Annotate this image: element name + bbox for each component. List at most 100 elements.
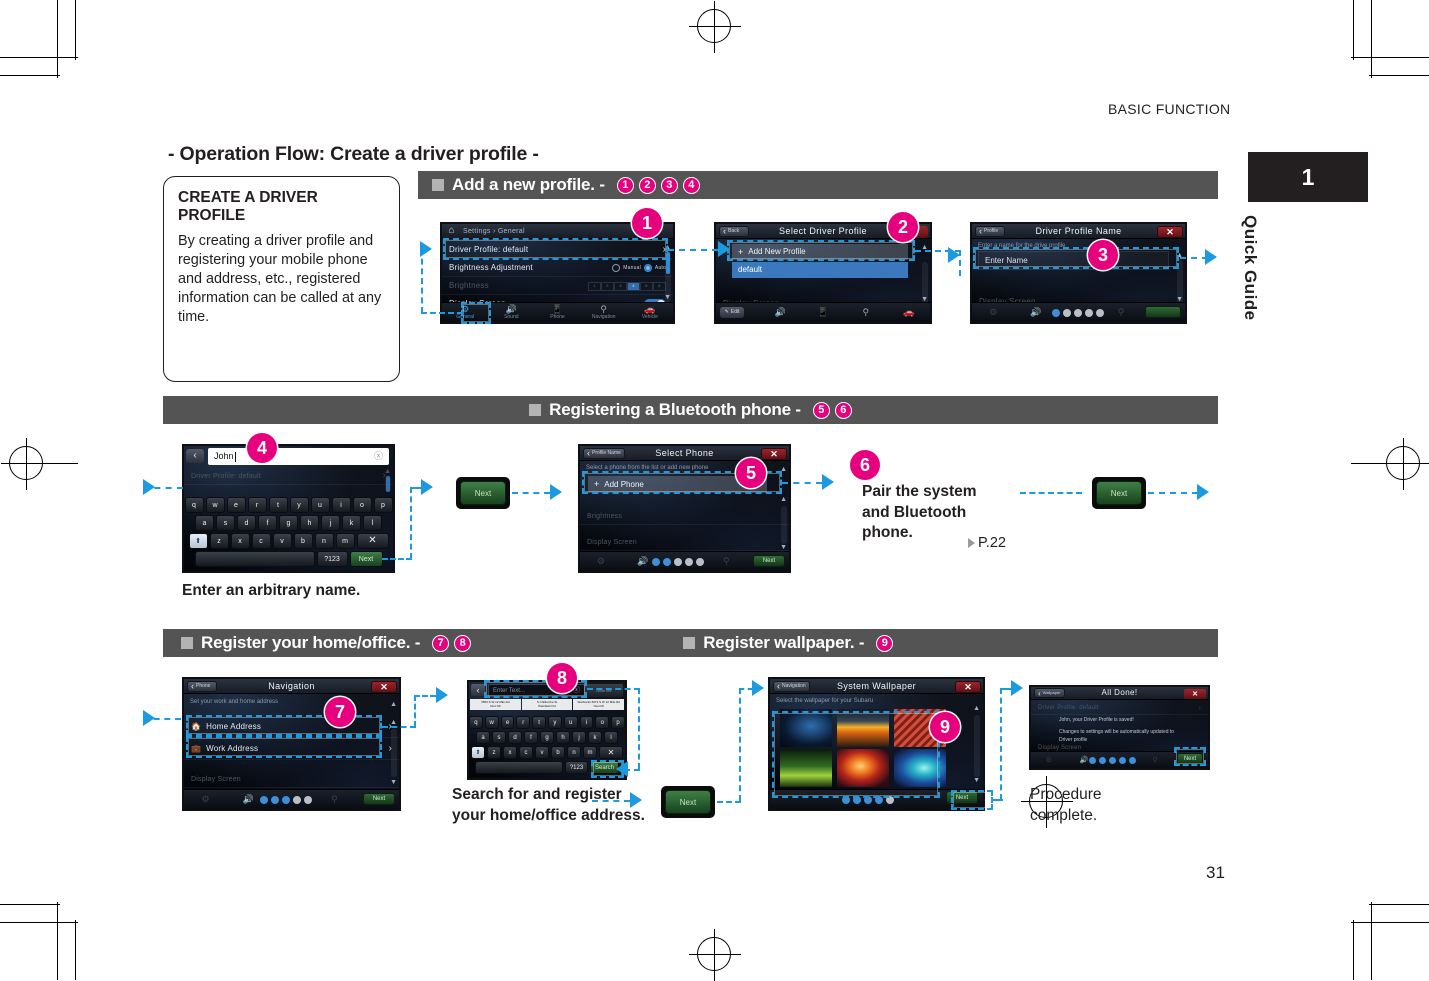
key-l[interactable]: l [363, 515, 382, 531]
key-e[interactable]: e [500, 716, 515, 729]
back-button[interactable]: ‹ Back [719, 225, 749, 237]
key-o[interactable]: o [352, 497, 372, 513]
key-a[interactable]: a [195, 515, 214, 531]
key-u[interactable]: u [310, 497, 330, 513]
key-t[interactable]: t [268, 497, 288, 513]
close-icon[interactable]: ✕ [1157, 226, 1183, 238]
key-y[interactable]: y [548, 716, 562, 729]
key-d[interactable]: d [237, 515, 256, 531]
back-button[interactable]: ‹ [471, 684, 485, 696]
key-p[interactable]: p [373, 497, 393, 513]
close-icon[interactable]: ✕ [761, 448, 787, 460]
key-g[interactable]: g [279, 515, 298, 531]
close-icon[interactable]: ✕ [1184, 689, 1206, 699]
name-input[interactable]: John ⓧ [208, 448, 389, 465]
screen-keyboard-name[interactable]: ‹ John ⓧ Driver Profile: default › ▲ q w… [182, 444, 395, 573]
key-shift[interactable]: ⬆ [188, 533, 208, 549]
key-c[interactable]: c [519, 746, 533, 759]
key-q[interactable]: q [184, 497, 204, 513]
key-v[interactable]: v [535, 746, 549, 759]
key-w[interactable]: w [205, 497, 225, 513]
key-numeric[interactable]: ?123 [316, 551, 348, 567]
key-backspace[interactable]: ✕ [356, 533, 389, 549]
key-i[interactable]: i [579, 716, 594, 729]
next-button-1[interactable]: Next [456, 477, 510, 509]
key-w[interactable]: w [484, 716, 499, 729]
key-l[interactable]: l [604, 731, 618, 744]
next-button[interactable]: Next [753, 555, 785, 567]
key-u[interactable]: u [563, 716, 578, 729]
scroll-down-caret-icon[interactable]: ▼ [780, 544, 787, 551]
key-f[interactable]: f [258, 515, 277, 531]
brightness-level-1[interactable]: 1 [588, 281, 601, 291]
key-a[interactable]: a [476, 731, 490, 744]
key-space[interactable] [475, 761, 563, 774]
back-button[interactable]: ‹ Profile [975, 225, 1005, 237]
scrollbar[interactable] [974, 715, 980, 777]
scroll-down-caret-icon[interactable]: ▼ [973, 777, 980, 784]
key-c[interactable]: c [251, 533, 271, 549]
next-button[interactable]: Next [363, 793, 395, 805]
key-m[interactable]: m [583, 746, 597, 759]
key-x[interactable]: x [503, 746, 517, 759]
suggestion-1[interactable]: S Chillicothe St Plainfield OH [521, 699, 573, 710]
key-numeric[interactable]: ?123 [565, 761, 588, 774]
row-brightness-adjustment[interactable]: Brightness Adjustment Manual Auto [442, 260, 673, 277]
key-space[interactable] [194, 551, 315, 567]
brightness-level-5[interactable]: 5 [640, 281, 653, 291]
key-e[interactable]: e [226, 497, 246, 513]
key-f[interactable]: f [524, 731, 538, 744]
key-i[interactable]: i [331, 497, 351, 513]
back-button[interactable]: ‹ Phone [187, 680, 217, 692]
tab-sound[interactable]: 🔊 Sound [488, 305, 534, 320]
key-n[interactable]: n [314, 533, 334, 549]
key-j[interactable]: j [572, 731, 586, 744]
row-brightness[interactable]: Brightness 1 2 3 4 5 6 [442, 278, 673, 295]
scroll-down-caret-icon[interactable]: ▼ [664, 294, 671, 301]
key-r[interactable]: r [247, 497, 267, 513]
next-button[interactable] [1145, 306, 1181, 318]
scroll-up-caret-icon-2[interactable]: ▲ [390, 719, 397, 726]
back-button[interactable]: ‹ [186, 449, 204, 463]
radio-auto[interactable] [643, 264, 652, 272]
key-s[interactable]: s [216, 515, 235, 531]
on-screen-keyboard[interactable]: q w e r t y u i o p a s d f g h j k l ⬆ … [184, 497, 393, 569]
key-z[interactable]: z [209, 533, 229, 549]
scrollbar[interactable] [391, 729, 397, 777]
key-h[interactable]: h [556, 731, 570, 744]
key-shift[interactable]: ⬆ [471, 746, 485, 759]
tab-navigation[interactable]: ⚲ Navigation [581, 305, 627, 320]
near-me-button[interactable]: Near Me [585, 684, 623, 697]
back-button[interactable]: ‹ Navigation [773, 680, 810, 692]
key-k[interactable]: k [342, 515, 361, 531]
back-button[interactable]: ‹ Wallpaper [1034, 688, 1065, 698]
scroll-up-caret-icon[interactable]: ▲ [973, 705, 980, 712]
key-d[interactable]: d [508, 731, 522, 744]
scroll-up-caret-icon-2[interactable]: ▲ [780, 496, 787, 503]
key-s[interactable]: s [492, 731, 506, 744]
tab-phone[interactable]: 📱 Phone [534, 305, 580, 320]
brightness-level-4[interactable]: 4 [627, 281, 640, 291]
tab-vehicle[interactable]: 🚗 Vehicle [627, 305, 673, 320]
key-g[interactable]: g [540, 731, 554, 744]
key-n[interactable]: n [567, 746, 581, 759]
radio-manual[interactable] [612, 264, 621, 272]
next-button-3[interactable]: Next [661, 786, 715, 818]
scroll-up-caret-icon[interactable]: ▲ [390, 701, 397, 708]
close-icon[interactable]: ✕ [955, 681, 981, 693]
key-z[interactable]: z [487, 746, 501, 759]
next-button-2[interactable]: Next [1092, 477, 1146, 509]
key-j[interactable]: j [321, 515, 340, 531]
scrollbar[interactable] [781, 506, 787, 544]
key-k[interactable]: k [588, 731, 602, 744]
key-b[interactable]: b [293, 533, 313, 549]
key-v[interactable]: v [272, 533, 292, 549]
brightness-level-2[interactable]: 2 [601, 281, 614, 291]
back-button[interactable]: ‹ Profile Name [583, 447, 625, 459]
key-next[interactable]: Next [349, 551, 383, 567]
key-x[interactable]: x [230, 533, 250, 549]
screen-driver-profile-name[interactable]: ‹ Profile Driver Profile Name ✕ Enter a n… [970, 222, 1187, 324]
scroll-down-caret-icon[interactable]: ▼ [390, 779, 397, 786]
key-h[interactable]: h [300, 515, 319, 531]
key-q[interactable]: q [469, 716, 483, 729]
